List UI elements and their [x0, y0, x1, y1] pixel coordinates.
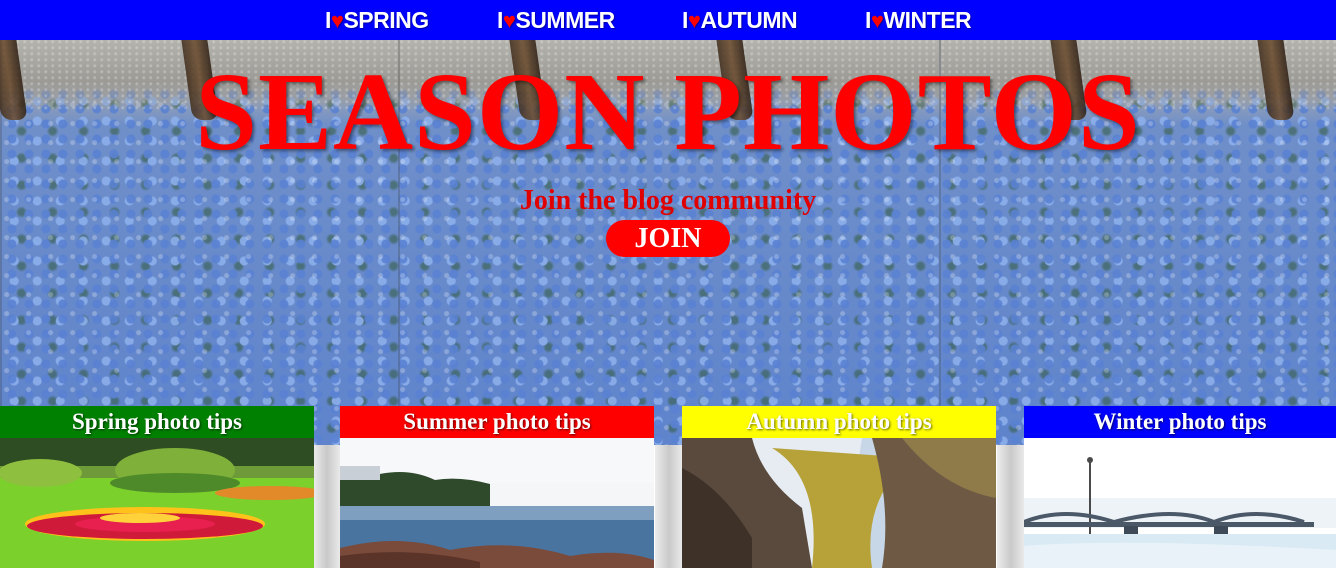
nav-item-autumn[interactable]: I♥AUTUMN	[682, 5, 798, 35]
spring-photo	[0, 438, 314, 568]
nav-item-spring[interactable]: I♥SPRING	[325, 5, 429, 35]
nav-item-label: SPRING	[343, 7, 429, 33]
card-title: Summer photo tips	[340, 406, 654, 438]
summer-sea-image	[340, 438, 654, 568]
site-title: SEASON PHOTOS	[195, 51, 1141, 174]
nav-item-label: AUTUMN	[700, 7, 798, 33]
card-gutter	[997, 445, 1025, 568]
spring-garden-image	[0, 438, 314, 568]
card-winter-tips[interactable]: Winter photo tips	[1024, 406, 1336, 568]
join-button[interactable]: JOIN	[606, 220, 730, 257]
card-title: Spring photo tips	[0, 406, 314, 438]
heart-icon: ♥	[330, 8, 344, 33]
card-autumn-tips[interactable]: Autumn photo tips	[682, 406, 996, 568]
card-spring-tips[interactable]: Spring photo tips	[0, 406, 314, 568]
heart-icon: ♥	[502, 8, 516, 33]
winter-photo	[1024, 438, 1336, 568]
summer-photo	[340, 438, 654, 568]
hero-banner: SEASON PHOTOS Join the blog community JO…	[0, 40, 1336, 445]
nav-item-summer[interactable]: I♥SUMMER	[497, 5, 615, 35]
card-title: Winter photo tips	[1024, 406, 1336, 438]
nav-item-label: SUMMER	[515, 7, 615, 33]
top-nav: I♥SPRING I♥SUMMER I♥AUTUMN I♥WINTER	[0, 0, 1336, 40]
nav-item-winter[interactable]: I♥WINTER	[865, 5, 972, 35]
card-summer-tips[interactable]: Summer photo tips	[340, 406, 654, 568]
heart-icon: ♥	[687, 8, 701, 33]
card-gutter	[313, 445, 341, 568]
heart-icon: ♥	[870, 8, 884, 33]
nav-item-label: WINTER	[883, 7, 972, 33]
autumn-photo	[682, 438, 996, 568]
winter-bridge-image	[1024, 438, 1336, 568]
card-title: Autumn photo tips	[682, 406, 996, 438]
card-gutter	[655, 445, 683, 568]
autumn-gorge-image	[682, 438, 996, 568]
join-community-text: Join the blog community	[519, 185, 817, 216]
